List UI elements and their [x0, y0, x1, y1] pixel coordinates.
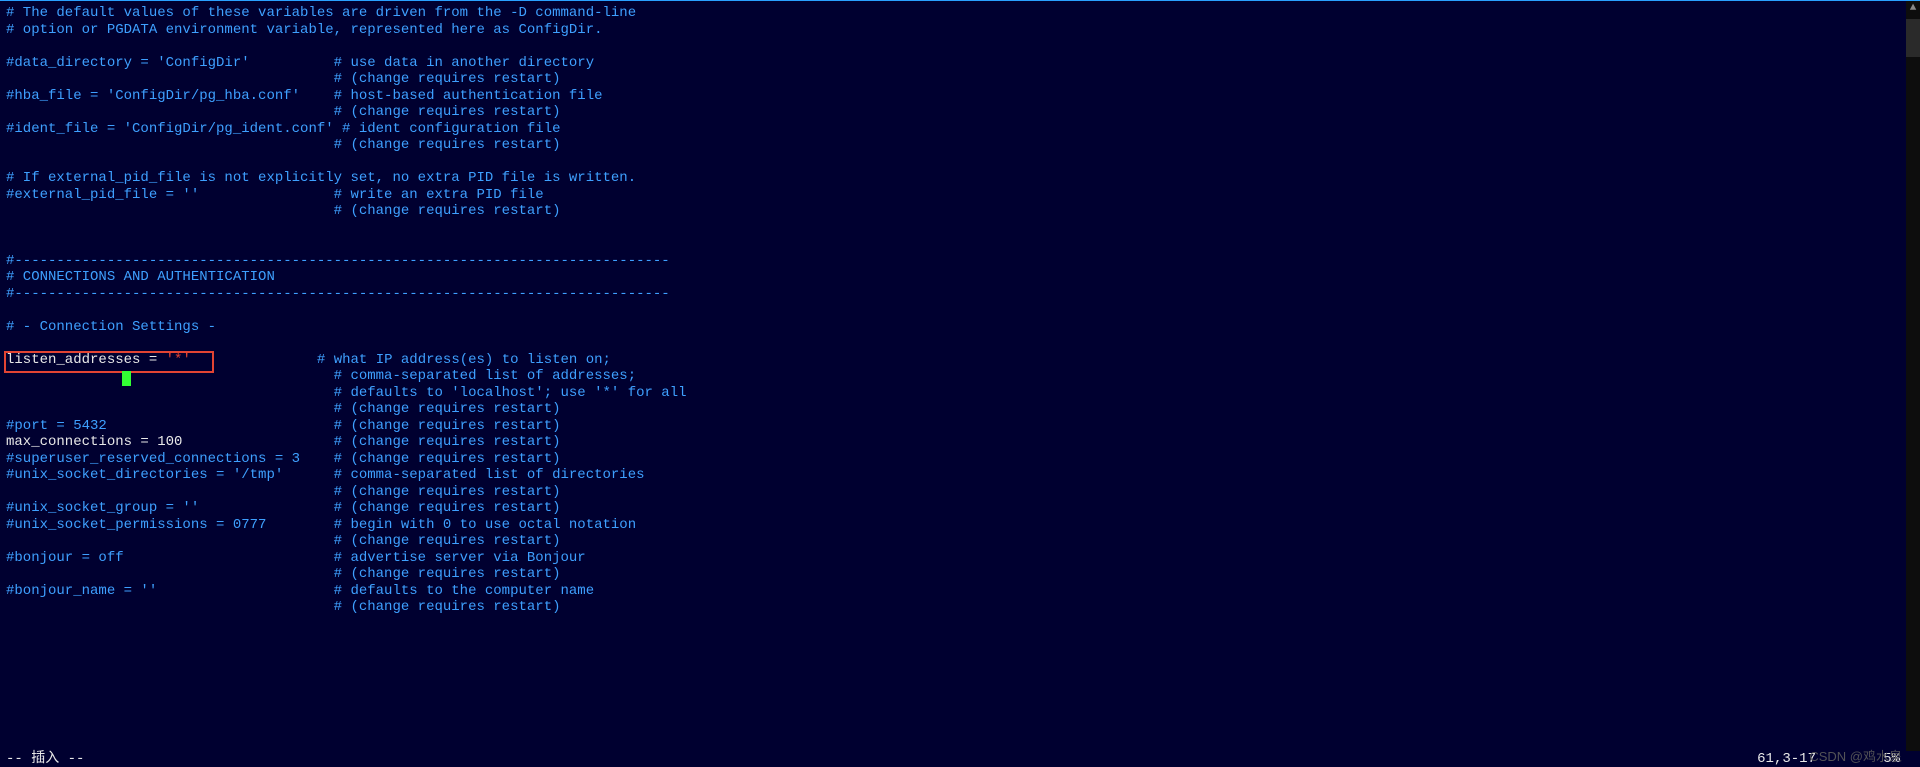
code-line: listen_addresses = '*' # what IP address…	[6, 352, 1902, 369]
code-line: #unix_socket_group = '' # (change requir…	[6, 500, 1902, 517]
code-line: #unix_socket_directories = '/tmp' # comm…	[6, 467, 1902, 484]
code-span: max_connections = 100	[6, 434, 334, 450]
text-cursor	[122, 371, 131, 386]
code-span: # what IP address(es) to listen on;	[317, 352, 611, 368]
code-line: #port = 5432 # (change requires restart)	[6, 418, 1902, 435]
code-line: # (change requires restart)	[6, 401, 1902, 418]
code-line	[6, 335, 1902, 352]
code-line: #bonjour = off # advertise server via Bo…	[6, 550, 1902, 567]
code-line	[6, 220, 1902, 237]
code-line: # CONNECTIONS AND AUTHENTICATION	[6, 269, 1902, 286]
code-line: # (change requires restart)	[6, 533, 1902, 550]
code-line: #---------------------------------------…	[6, 253, 1902, 270]
code-line: # comma-separated list of addresses;	[6, 368, 1902, 385]
status-position: 61,3-17	[1757, 751, 1816, 767]
code-line: # (change requires restart)	[6, 104, 1902, 121]
scroll-up-icon[interactable]: ▲	[1906, 1, 1920, 15]
code-line: #---------------------------------------…	[6, 286, 1902, 303]
code-line: # (change requires restart)	[6, 566, 1902, 583]
code-line: #ident_file = 'ConfigDir/pg_ident.conf' …	[6, 121, 1902, 138]
code-line: # (change requires restart)	[6, 71, 1902, 88]
code-line: #superuser_reserved_connections = 3 # (c…	[6, 451, 1902, 468]
code-line: #bonjour_name = '' # defaults to the com…	[6, 583, 1902, 600]
status-mode: -- 插入 --	[6, 751, 84, 767]
code-line: # The default values of these variables …	[6, 5, 1902, 22]
scrollbar[interactable]: ▲	[1906, 1, 1920, 767]
code-line: #external_pid_file = '' # write an extra…	[6, 187, 1902, 204]
code-line	[6, 236, 1902, 253]
code-span	[191, 352, 317, 368]
status-bar: -- 插入 -- 61,3-17 5%	[0, 751, 1920, 767]
code-line: # (change requires restart)	[6, 484, 1902, 501]
code-line	[6, 38, 1902, 55]
code-line: max_connections = 100 # (change requires…	[6, 434, 1902, 451]
code-line: # option or PGDATA environment variable,…	[6, 22, 1902, 39]
code-line: #hba_file = 'ConfigDir/pg_hba.conf' # ho…	[6, 88, 1902, 105]
watermark: CSDN @鸡水泉	[1809, 749, 1902, 766]
code-line: # (change requires restart)	[6, 599, 1902, 616]
code-line: # If external_pid_file is not explicitly…	[6, 170, 1902, 187]
code-span: listen_addresses =	[6, 352, 166, 368]
code-span: '*'	[166, 352, 191, 368]
code-line: #data_directory = 'ConfigDir' # use data…	[6, 55, 1902, 72]
code-line	[6, 154, 1902, 171]
code-line	[6, 302, 1902, 319]
scroll-thumb[interactable]	[1906, 19, 1920, 57]
code-line: #unix_socket_permissions = 0777 # begin …	[6, 517, 1902, 534]
code-line: # (change requires restart)	[6, 203, 1902, 220]
code-line: # defaults to 'localhost'; use '*' for a…	[6, 385, 1902, 402]
editor-viewport[interactable]: # The default values of these variables …	[0, 1, 1908, 751]
code-span: # (change requires restart)	[334, 434, 561, 450]
code-line: # - Connection Settings -	[6, 319, 1902, 336]
code-line: # (change requires restart)	[6, 137, 1902, 154]
